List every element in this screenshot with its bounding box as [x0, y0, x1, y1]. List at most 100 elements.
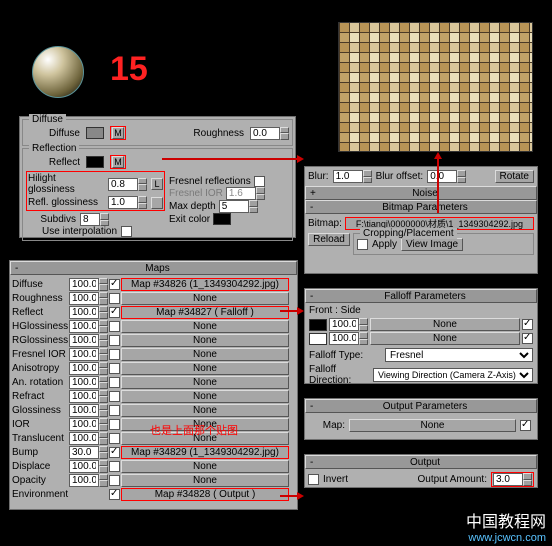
refl-gloss-spinner[interactable]: [108, 196, 147, 209]
map-amount-input[interactable]: [69, 418, 99, 431]
map-slot-button[interactable]: None: [121, 362, 289, 375]
map-checkbox[interactable]: [109, 377, 120, 388]
map-slot-button[interactable]: None: [121, 460, 289, 473]
map-slot-button[interactable]: None: [349, 419, 516, 432]
map-amount-input[interactable]: [69, 334, 99, 347]
front-map-button[interactable]: None: [370, 318, 520, 331]
side-val-spinner[interactable]: [329, 332, 368, 345]
outputparams-rollout[interactable]: -Output Parameters: [305, 399, 537, 413]
map-slot-button[interactable]: None: [121, 404, 289, 417]
subdiv-spinner[interactable]: [80, 213, 109, 226]
maxdepth-input[interactable]: [219, 200, 249, 213]
falloffdir-select[interactable]: Viewing Direction (Camera Z-Axis): [373, 368, 533, 382]
map-checkbox[interactable]: [109, 279, 120, 290]
invert-checkbox[interactable]: [308, 474, 319, 485]
map-amount-input[interactable]: [69, 460, 99, 473]
map-checkbox[interactable]: [520, 420, 531, 431]
front-val-input[interactable]: [329, 318, 359, 331]
reflect-map-button[interactable]: M: [112, 156, 124, 168]
map-checkbox[interactable]: [109, 447, 120, 458]
maps-rollout[interactable]: -Maps: [10, 261, 297, 275]
map-checkbox[interactable]: [109, 475, 120, 486]
map-amount-spinner[interactable]: [69, 376, 108, 389]
map-slot-button[interactable]: None: [121, 348, 289, 361]
map-slot-button[interactable]: None: [121, 320, 289, 333]
refl-gloss-map-button[interactable]: [151, 197, 163, 209]
map-amount-spinner[interactable]: [69, 390, 108, 403]
map-checkbox[interactable]: [109, 293, 120, 304]
lock-button[interactable]: L: [151, 178, 163, 190]
bluroffset-input[interactable]: [427, 170, 457, 183]
hilight-gloss-spinner[interactable]: [108, 178, 147, 191]
map-slot-button[interactable]: Map #34828 ( Output ): [121, 488, 289, 501]
side-map-button[interactable]: None: [370, 332, 520, 345]
map-slot-button[interactable]: None: [121, 376, 289, 389]
roughness-spinner[interactable]: [250, 127, 289, 140]
map-checkbox[interactable]: [109, 405, 120, 416]
map-amount-spinner[interactable]: [69, 278, 108, 291]
fresnel-checkbox[interactable]: [254, 176, 265, 187]
blur-spinner[interactable]: [333, 170, 372, 183]
map-amount-spinner[interactable]: [69, 292, 108, 305]
map-amount-spinner[interactable]: [69, 334, 108, 347]
side-val-input[interactable]: [329, 332, 359, 345]
map-checkbox[interactable]: [109, 349, 120, 360]
map-amount-spinner[interactable]: [69, 306, 108, 319]
map-checkbox[interactable]: [109, 391, 120, 402]
map-slot-button[interactable]: Map #34827 ( Falloff ): [121, 306, 289, 319]
falloff-rollout[interactable]: -Falloff Parameters: [305, 289, 537, 303]
map-amount-spinner[interactable]: [69, 418, 108, 431]
map-checkbox[interactable]: [109, 321, 120, 332]
map-checkbox[interactable]: [109, 307, 120, 318]
useinterp-checkbox[interactable]: [121, 226, 132, 237]
map-amount-spinner[interactable]: [69, 474, 108, 487]
map-amount-spinner[interactable]: [69, 432, 108, 445]
map-amount-spinner[interactable]: [69, 404, 108, 417]
map-checkbox[interactable]: [109, 489, 120, 500]
outputamount-input[interactable]: [493, 473, 523, 486]
map-slot-button[interactable]: Map #34829 (1_1349304292.jpg): [121, 446, 289, 459]
map-amount-input[interactable]: [69, 348, 99, 361]
front-checkbox[interactable]: [522, 319, 533, 330]
maxdepth-spinner[interactable]: [219, 200, 258, 213]
map-amount-input[interactable]: [69, 362, 99, 375]
front-val-spinner[interactable]: [329, 318, 368, 331]
bluroffset-spinner[interactable]: [427, 170, 466, 183]
map-slot-button[interactable]: None: [121, 390, 289, 403]
map-checkbox[interactable]: [109, 433, 120, 444]
map-amount-input[interactable]: [69, 278, 99, 291]
map-amount-spinner[interactable]: [69, 348, 108, 361]
refl-gloss-input[interactable]: [108, 196, 138, 209]
map-amount-spinner[interactable]: [69, 446, 108, 459]
reflect-swatch[interactable]: [86, 156, 104, 168]
map-amount-input[interactable]: [69, 306, 99, 319]
blur-input[interactable]: [333, 170, 363, 183]
map-amount-spinner[interactable]: [69, 320, 108, 333]
map-slot-button[interactable]: None: [121, 334, 289, 347]
map-amount-spinner[interactable]: [69, 362, 108, 375]
subdiv-input[interactable]: [80, 213, 100, 226]
front-swatch[interactable]: [309, 319, 327, 331]
map-slot-button[interactable]: None: [121, 474, 289, 487]
exitcolor-swatch[interactable]: [213, 213, 231, 225]
map-amount-input[interactable]: [69, 432, 99, 445]
map-checkbox[interactable]: [109, 335, 120, 346]
map-amount-input[interactable]: [69, 404, 99, 417]
roughness-input[interactable]: [250, 127, 280, 140]
side-checkbox[interactable]: [522, 333, 533, 344]
hilight-gloss-input[interactable]: [108, 178, 138, 191]
diffuse-swatch[interactable]: [86, 127, 104, 139]
noise-rollout[interactable]: +Noise: [305, 186, 537, 200]
map-amount-input[interactable]: [69, 376, 99, 389]
map-slot-button[interactable]: None: [121, 292, 289, 305]
side-swatch[interactable]: [309, 333, 327, 345]
reload-button[interactable]: Reload: [308, 233, 350, 246]
map-amount-input[interactable]: [69, 474, 99, 487]
rotate-button[interactable]: Rotate: [495, 170, 534, 183]
fallofftype-select[interactable]: Fresnel: [385, 348, 533, 362]
map-amount-input[interactable]: [69, 292, 99, 305]
apply-checkbox[interactable]: [357, 239, 368, 250]
bitmapparams-rollout[interactable]: -Bitmap Parameters: [305, 200, 537, 214]
map-checkbox[interactable]: [109, 461, 120, 472]
map-checkbox[interactable]: [109, 419, 120, 430]
